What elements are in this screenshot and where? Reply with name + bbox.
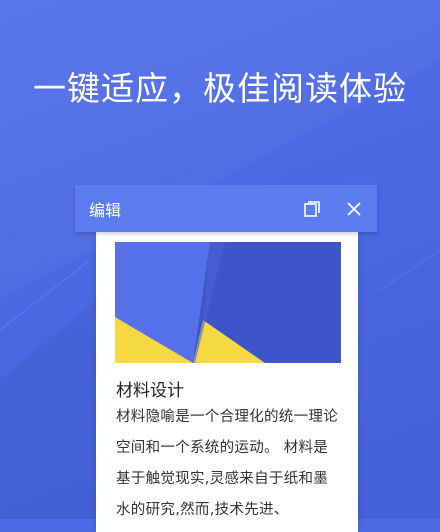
- material-design-image: [115, 242, 341, 363]
- card-title: 材料设计: [116, 381, 184, 401]
- dialog-title: 编辑: [89, 200, 122, 220]
- copy-icon[interactable]: [299, 196, 325, 222]
- article-card: 材料设计 材料隐喻是一个合理化的统一理论空间和一个系统的运动。 材料是基于触觉现…: [96, 232, 358, 532]
- dialog-header: 编辑: [75, 185, 377, 232]
- headline: 一键适应，极佳阅读体验: [33, 69, 407, 108]
- card-body: 材料隐喻是一个合理化的统一理论空间和一个系统的运动。 材料是基于触觉现实,灵感来…: [116, 409, 338, 518]
- close-icon[interactable]: [341, 196, 367, 222]
